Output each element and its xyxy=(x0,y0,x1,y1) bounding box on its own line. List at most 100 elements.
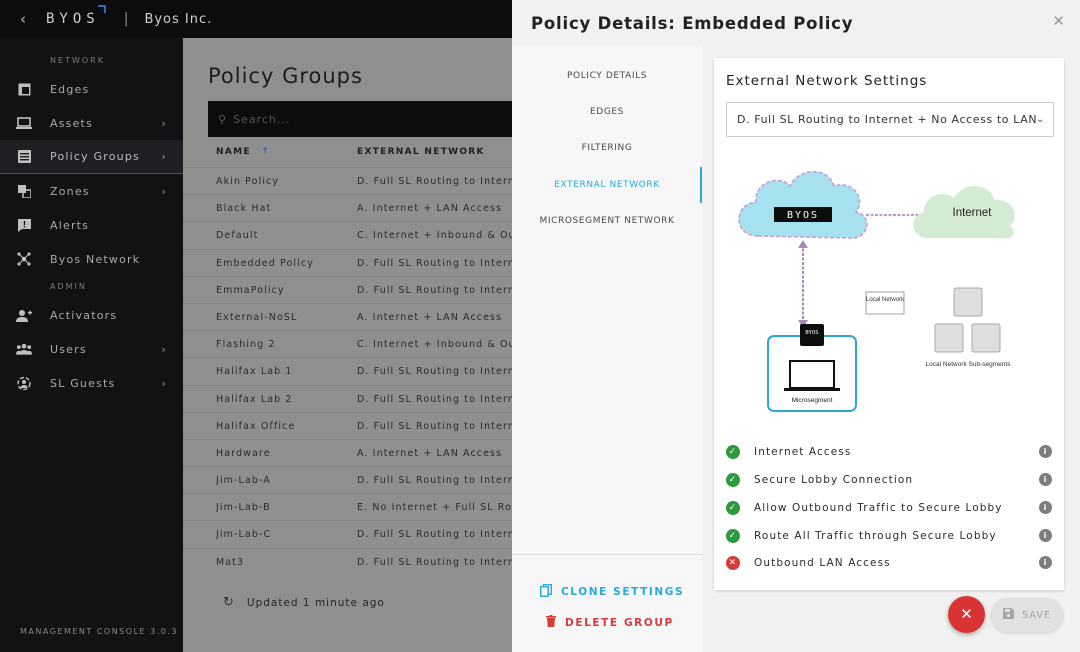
table-row[interactable]: External-NoSL A. Internet + LAN Access xyxy=(183,302,520,330)
edge-icon xyxy=(16,81,32,97)
column-header-name[interactable]: NAME ↑ xyxy=(216,147,270,157)
cell-name: Halifax Lab 1 xyxy=(216,366,293,378)
logo-text: BYOS xyxy=(46,11,100,27)
table-row[interactable]: Halifax Lab 1 D. Full SL Routing to Inter… xyxy=(183,357,520,384)
cell-external-network: E. No Internet + Full SL Routing xyxy=(357,502,513,514)
local-subsegments: Local Network Sub-segments xyxy=(926,287,1012,368)
sidebar-item-assets[interactable]: Assets › xyxy=(0,106,183,140)
feature-secure-lobby-connection: ✓ Secure Lobby Connection i xyxy=(726,470,1052,490)
cell-external-network: D. Full SL Routing to Internet xyxy=(357,284,513,296)
cell-external-network: A. Internet + LAN Access xyxy=(357,447,503,459)
subsegments-label: Local Network Sub-segments xyxy=(926,361,1012,368)
cell-external-network: D. Full SL Routing to Internet xyxy=(357,475,513,487)
info-icon[interactable]: i xyxy=(1039,473,1052,486)
check-icon: ✓ xyxy=(726,529,740,543)
column-label: NAME xyxy=(216,147,251,157)
cell-name: Jim-Lab-B xyxy=(216,502,271,514)
tab-edges[interactable]: EDGES xyxy=(512,94,702,130)
search-icon: ⚲ xyxy=(218,112,228,126)
table-row[interactable]: Embedded Policy D. Full SL Routing to Int… xyxy=(183,248,520,276)
copy-icon xyxy=(539,584,552,600)
table-row[interactable]: Black Hat A. Internet + LAN Access xyxy=(183,194,520,221)
table-row[interactable]: Jim-Lab-A D. Full SL Routing to Internet xyxy=(183,466,520,493)
sidebar-item-sl-guests[interactable]: SL Guests › xyxy=(0,366,183,400)
external-network-select[interactable]: D. Full SL Routing to Internet + No Acce… xyxy=(726,102,1054,137)
feature-label: Route All Traffic through Secure Lobby xyxy=(754,530,997,542)
tab-filtering[interactable]: FILTERING xyxy=(512,130,702,166)
table-row[interactable]: Mat3 D. Full SL Routing to Internet xyxy=(183,547,520,575)
sidebar: NETWORK Edges Assets › Policy Groups › Z… xyxy=(0,38,183,652)
cancel-button[interactable]: ✕ xyxy=(948,596,985,633)
info-icon[interactable]: i xyxy=(1039,529,1052,542)
sidebar-item-label: Assets xyxy=(50,116,93,130)
policy-list-icon xyxy=(16,149,32,165)
cell-external-network: D. Full SL Routing to Internet xyxy=(357,176,513,187)
last-updated-text: Updated 1 minute ago xyxy=(246,596,385,609)
table-row[interactable]: Hardware A. Internet + LAN Access xyxy=(183,438,520,466)
refresh-icon[interactable]: ↻ xyxy=(223,595,235,610)
table-row[interactable]: Default C. Internet + Inbound & Outbound xyxy=(183,221,520,248)
sidebar-item-users[interactable]: Users › xyxy=(0,332,183,366)
close-icon[interactable]: ✕ xyxy=(1052,12,1065,30)
table-row[interactable]: Halifax Lab 2 D. Full SL Routing to Inter… xyxy=(183,384,520,412)
delete-group-button[interactable]: DELETE GROUP xyxy=(546,615,674,630)
save-label: SAVE xyxy=(1021,609,1052,621)
last-updated: ↻ Updated 1 minute ago xyxy=(223,595,385,610)
byos-logo: BYOS xyxy=(46,5,106,27)
table-row[interactable]: Jim-Lab-C D. Full SL Routing to Internet xyxy=(183,520,520,547)
internet-label: Internet xyxy=(953,207,993,219)
feature-label: Outbound LAN Access xyxy=(754,557,891,569)
feature-internet-access: ✓ Internet Access i xyxy=(726,442,1052,462)
sidebar-item-label: Zones xyxy=(50,184,90,198)
table-row[interactable]: Halifax Office D. Full SL Routing to Inte… xyxy=(183,411,520,439)
sidebar-item-zones[interactable]: Zones › xyxy=(0,174,183,208)
network-diagram: BYOS Internet Local Network Local Networ… xyxy=(738,171,1015,412)
table-row[interactable]: Flashing 2 C. Internet + Inbound & Outbou… xyxy=(183,330,520,357)
cell-external-network: C. Internet + Inbound & Outbound xyxy=(357,230,513,242)
sidebar-item-label: Activators xyxy=(50,308,118,322)
cell-name: Akin Policy xyxy=(216,176,280,187)
chevron-right-icon: › xyxy=(161,116,167,130)
chevron-left-icon[interactable]: ‹ xyxy=(0,10,46,28)
sidebar-item-byos-network[interactable]: Byos Network xyxy=(0,242,183,276)
feature-route-all-traffic: ✓ Route All Traffic through Secure Lobby… xyxy=(726,526,1052,546)
page-title: Policy Groups xyxy=(208,64,363,88)
search-input[interactable]: ⚲ Search... xyxy=(208,101,520,137)
sidebar-item-activators[interactable]: Activators xyxy=(0,298,183,332)
local-network-tag: Local Network xyxy=(865,291,905,315)
section-label-admin: ADMIN xyxy=(50,282,87,291)
tab-microsegment-network[interactable]: MICROSEGMENT NETWORK xyxy=(512,203,702,239)
cell-external-network: C. Internet + Inbound & Outbound xyxy=(357,339,513,351)
policy-table: Akin Policy D. Full SL Routing to Interne… xyxy=(183,167,520,575)
cross-icon: ✕ xyxy=(726,556,740,570)
network-icon xyxy=(16,251,32,267)
cell-external-network: D. Full SL Routing to Internet xyxy=(357,393,513,405)
clone-settings-button[interactable]: CLONE SETTINGS xyxy=(539,584,684,600)
info-icon[interactable]: i xyxy=(1039,445,1052,458)
cell-name: Black Hat xyxy=(216,203,272,215)
table-row[interactable]: Jim-Lab-B E. No Internet + Full SL Routin… xyxy=(183,493,520,520)
cell-external-network: D. Full SL Routing to Internet xyxy=(357,556,513,568)
microsegment-label: Microsegment xyxy=(792,397,833,404)
sidebar-item-policy-groups[interactable]: Policy Groups › xyxy=(0,140,183,174)
close-icon: ✕ xyxy=(960,605,973,623)
chevron-right-icon: › xyxy=(161,376,167,390)
table-row[interactable]: Akin Policy D. Full SL Routing to Interne… xyxy=(183,167,520,194)
tab-policy-details[interactable]: POLICY DETAILS xyxy=(512,58,702,94)
feature-label: Allow Outbound Traffic to Secure Lobby xyxy=(754,502,1003,514)
check-icon: ✓ xyxy=(726,501,740,515)
zones-icon xyxy=(16,183,32,199)
cell-external-network: A. Internet + LAN Access xyxy=(357,203,503,215)
info-icon[interactable]: i xyxy=(1039,556,1052,569)
save-button[interactable]: SAVE xyxy=(991,598,1063,632)
column-header-external-network[interactable]: EXTERNAL NETWORK xyxy=(357,147,485,157)
table-row[interactable]: EmmaPolicy D. Full SL Routing to Internet xyxy=(183,275,520,303)
byos-cloud: BYOS xyxy=(738,171,868,239)
tab-external-network[interactable]: EXTERNAL NETWORK xyxy=(512,167,702,203)
external-network-card: External Network Settings D. Full SL Rou… xyxy=(714,58,1064,590)
cell-external-network: D. Full SL Routing to Internet xyxy=(357,529,513,541)
sidebar-item-edges[interactable]: Edges xyxy=(0,72,183,106)
sidebar-item-alerts[interactable]: Alerts xyxy=(0,208,183,242)
info-icon[interactable]: i xyxy=(1039,501,1052,514)
save-disk-icon xyxy=(1002,608,1014,622)
